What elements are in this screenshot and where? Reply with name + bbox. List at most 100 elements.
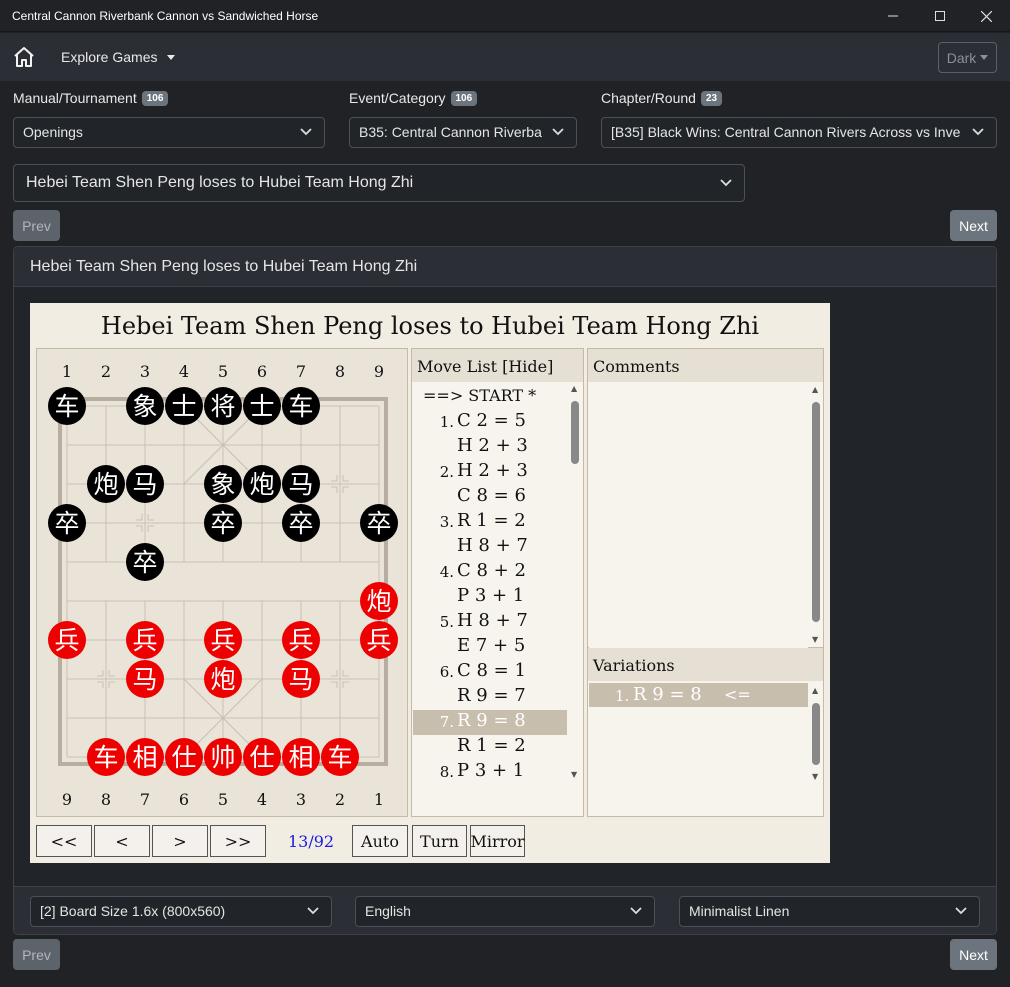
black-piece[interactable]: 马: [282, 465, 320, 503]
move-item[interactable]: R 1 = 2: [413, 735, 567, 760]
red-piece[interactable]: 帅: [204, 738, 242, 776]
move-item[interactable]: R 9 = 7: [413, 685, 567, 710]
move-item[interactable]: P 3 + 1: [413, 585, 567, 610]
move-item[interactable]: 7. R 9 = 8: [413, 710, 567, 735]
file-label-top: 4: [179, 362, 189, 381]
red-piece[interactable]: 兵: [48, 621, 86, 659]
variation-item[interactable]: 1. R 9 = 8 <=: [589, 683, 808, 707]
scroll-up-icon[interactable]: ▲: [812, 385, 818, 394]
red-piece[interactable]: 炮: [360, 582, 398, 620]
next-button-top[interactable]: Next: [950, 210, 997, 241]
minimize-button[interactable]: [870, 0, 916, 32]
maximize-button[interactable]: [917, 0, 963, 32]
black-piece[interactable]: 卒: [282, 504, 320, 542]
move-list-scrollbar[interactable]: ▲ ▼: [569, 384, 581, 782]
red-piece[interactable]: 相: [126, 738, 164, 776]
scroll-thumb[interactable]: [812, 402, 820, 622]
scroll-up-icon[interactable]: ▲: [571, 384, 577, 393]
red-piece[interactable]: 仕: [243, 738, 281, 776]
red-piece[interactable]: 仕: [165, 738, 203, 776]
red-piece[interactable]: 马: [126, 660, 164, 698]
mirror-button[interactable]: Mirror: [470, 825, 525, 857]
explore-games-menu[interactable]: Explore Games: [61, 49, 176, 65]
black-piece[interactable]: 炮: [87, 465, 125, 503]
red-piece[interactable]: 兵: [282, 621, 320, 659]
black-piece[interactable]: 车: [48, 387, 86, 425]
black-piece[interactable]: 马: [126, 465, 164, 503]
board-grid: [66, 405, 380, 758]
prev-button-top[interactable]: Prev: [13, 210, 60, 241]
comments-panel: Comments ▲ ▼: [587, 348, 824, 648]
move-list-header[interactable]: Move List [Hide]: [412, 349, 583, 382]
next-move-button[interactable]: >: [152, 825, 208, 857]
move-item[interactable]: C 8 = 6: [413, 485, 567, 510]
move-start[interactable]: ==> START *: [423, 386, 536, 405]
black-piece[interactable]: 象: [204, 465, 242, 503]
black-piece[interactable]: 卒: [48, 504, 86, 542]
move-item[interactable]: 2. H 2 + 3: [413, 460, 567, 485]
black-piece[interactable]: 炮: [243, 465, 281, 503]
red-piece[interactable]: 兵: [360, 621, 398, 659]
close-button[interactable]: [963, 0, 1009, 32]
red-piece[interactable]: 兵: [126, 621, 164, 659]
scroll-down-icon[interactable]: ▼: [571, 770, 577, 779]
game-select[interactable]: Hebei Team Shen Peng loses to Hubei Team…: [13, 164, 745, 202]
move-item[interactable]: 4. C 8 + 2: [413, 560, 567, 585]
scroll-up-icon[interactable]: ▲: [812, 686, 818, 695]
board[interactable]: 123456789987654321车象士将士车炮马象炮马卒卒卒卒卒炮兵兵兵兵兵…: [36, 348, 408, 817]
event-select[interactable]: B35: Central Cannon Riverba: [349, 117, 577, 148]
move-item[interactable]: 3. R 1 = 2: [413, 510, 567, 535]
auto-button[interactable]: Auto: [352, 825, 408, 857]
manual-select[interactable]: Openings: [13, 117, 325, 148]
last-move-button[interactable]: >>: [210, 825, 266, 857]
black-piece[interactable]: 卒: [360, 504, 398, 542]
move-item[interactable]: E 7 + 5: [413, 635, 567, 660]
black-piece[interactable]: 士: [165, 387, 203, 425]
move-item[interactable]: 1. C 2 = 5: [413, 410, 567, 435]
red-piece[interactable]: 车: [321, 738, 359, 776]
theme-dropdown[interactable]: Dark: [938, 42, 997, 73]
move-number: 1.: [439, 413, 454, 431]
file-label-top: 9: [374, 362, 384, 381]
scroll-thumb[interactable]: [812, 703, 820, 765]
turn-button[interactable]: Turn: [412, 825, 467, 857]
black-piece[interactable]: 卒: [204, 504, 242, 542]
black-piece[interactable]: 象: [126, 387, 164, 425]
black-piece[interactable]: 卒: [126, 543, 164, 581]
move-item[interactable]: 6. C 8 = 1: [413, 660, 567, 685]
black-piece[interactable]: 将: [204, 387, 242, 425]
black-piece[interactable]: 车: [282, 387, 320, 425]
comments-scrollbar[interactable]: ▲ ▼: [810, 385, 822, 647]
red-piece[interactable]: 炮: [204, 660, 242, 698]
piece-glyph: 相: [132, 743, 157, 772]
red-piece[interactable]: 车: [87, 738, 125, 776]
move-item[interactable]: 8. P 3 + 1: [413, 760, 567, 785]
caret-down-icon: [980, 55, 989, 60]
theme-select[interactable]: Minimalist Linen: [679, 896, 980, 927]
move-item[interactable]: H 2 + 3: [413, 435, 567, 460]
prev-button-bottom[interactable]: Prev: [13, 939, 60, 970]
comments-box[interactable]: [589, 382, 808, 648]
event-count-badge: 106: [450, 91, 478, 106]
prev-move-button[interactable]: <: [94, 825, 150, 857]
chevron-down-icon: [630, 907, 642, 915]
language-select[interactable]: English: [355, 896, 655, 927]
red-piece[interactable]: 马: [282, 660, 320, 698]
black-piece[interactable]: 士: [243, 387, 281, 425]
scroll-down-icon[interactable]: ▼: [812, 635, 818, 644]
first-move-button[interactable]: <<: [36, 825, 92, 857]
move-item[interactable]: 5. H 8 + 7: [413, 610, 567, 635]
chapter-select[interactable]: [B35] Black Wins: Central Cannon Rivers …: [601, 117, 997, 148]
scroll-down-icon[interactable]: ▼: [812, 772, 818, 781]
red-piece[interactable]: 相: [282, 738, 320, 776]
variations-scrollbar[interactable]: ▲ ▼: [810, 686, 822, 784]
next-button-bottom[interactable]: Next: [950, 939, 997, 970]
home-button[interactable]: [12, 45, 36, 69]
maximize-icon: [935, 11, 945, 21]
red-piece[interactable]: 兵: [204, 621, 242, 659]
move-item[interactable]: H 8 + 7: [413, 535, 567, 560]
board-size-select[interactable]: [2] Board Size 1.6x (800x560): [30, 896, 332, 927]
file-label-bottom: 6: [179, 790, 189, 809]
game-select-value: Hebei Team Shen Peng loses to Hubei Team…: [26, 174, 414, 191]
scroll-thumb[interactable]: [571, 401, 579, 464]
